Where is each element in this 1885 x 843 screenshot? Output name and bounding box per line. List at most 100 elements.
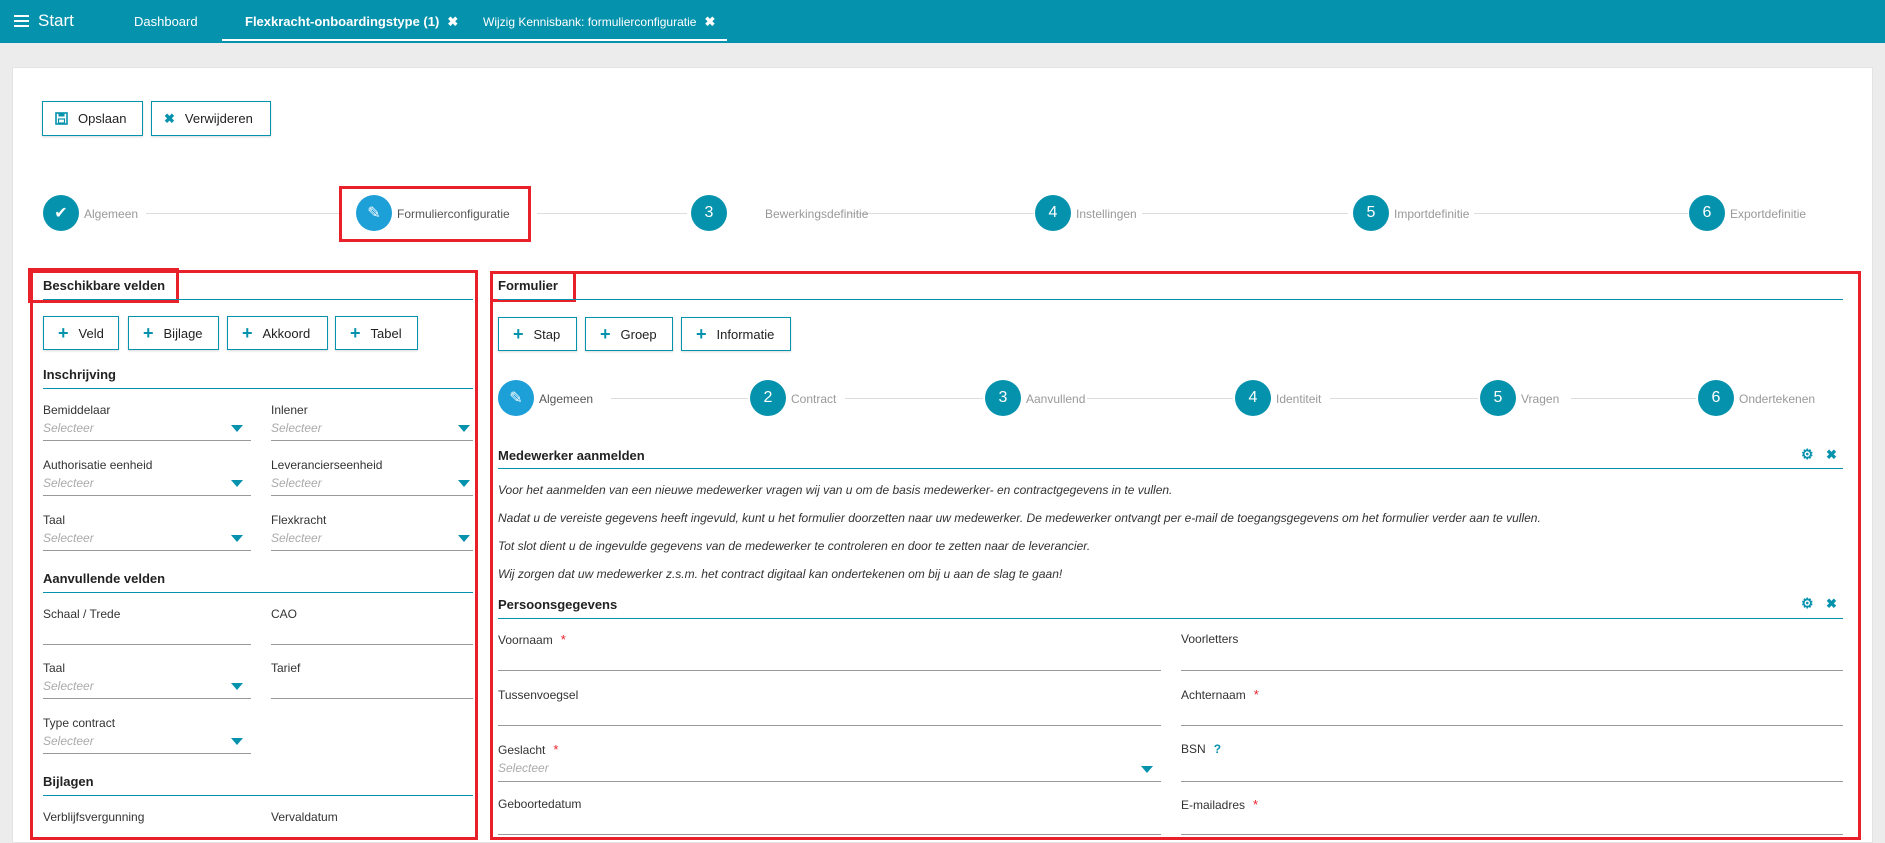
delete-label: Verwijderen [184,111,253,126]
step-3-number[interactable]: 3 [691,195,727,231]
inlener-select[interactable]: Selecteer [271,421,322,435]
voornaam-input[interactable] [498,670,1161,671]
gears-icon[interactable]: ⚙ [1801,595,1814,612]
tab-dashboard[interactable]: Dashboard [134,0,198,41]
close-icon[interactable]: ✖ [447,14,458,29]
chevron-down-icon[interactable] [231,480,243,487]
tab-flexkracht-onboardingstype[interactable]: Flexkracht-onboardingstype (1) ✖ [222,0,482,41]
add-stap-button[interactable]: + Stap [498,317,577,351]
bemiddelaar-select[interactable]: Selecteer [43,421,94,435]
delete-button[interactable]: ✖ Verwijderen [151,101,271,136]
add-bijlage-button[interactable]: + Bijlage [128,316,219,350]
form-step-label-aanvullend[interactable]: Aanvullend [1026,392,1085,406]
floppy-icon [55,112,68,125]
close-icon[interactable]: ✖ [1826,596,1837,612]
required-asterisk: * [560,632,566,647]
gears-icon[interactable]: ⚙ [1801,446,1814,463]
step-4-number[interactable]: 4 [1035,195,1071,231]
top-bar: Start Dashboard Flexkracht-onboardingsty… [0,0,1885,43]
add-groep-button[interactable]: + Groep [585,317,673,351]
field-label-vervaldatum: Vervaldatum [271,810,338,824]
button-label: Veld [78,325,104,341]
form-step-label-ondertekenen[interactable]: Ondertekenen [1739,392,1815,406]
leverancier-select[interactable]: Selecteer [271,476,322,490]
voorletters-input[interactable] [1181,670,1843,671]
add-veld-button[interactable]: + Veld [43,316,119,350]
button-label: Groep [620,326,657,342]
help-icon[interactable]: ? [1214,742,1221,756]
taal-select[interactable]: Selecteer [43,531,94,545]
form-step-3-number[interactable]: 3 [985,380,1021,416]
field-label-verblijfsvergunning: Verblijfsvergunning [43,810,145,824]
step-label-exportdefinitie[interactable]: Exportdefinitie [1730,207,1806,221]
form-step-algemeen-pencil-icon[interactable]: ✎ [498,380,534,416]
form-step-6-number[interactable]: 6 [1698,380,1734,416]
plus-icon: + [242,323,253,343]
start-menu-button[interactable]: Start [14,11,74,31]
step-algemeen-check-icon[interactable]: ✔ [43,195,79,231]
intro-text-2: Nadat u de vereiste gegevens heeft ingev… [498,511,1541,525]
chevron-down-icon[interactable] [458,480,470,487]
chevron-down-icon[interactable] [231,425,243,432]
form-step-label-vragen[interactable]: Vragen [1521,392,1559,406]
chevron-down-icon[interactable] [231,683,243,690]
email-input[interactable] [1181,834,1843,835]
cao-input[interactable] [271,644,473,645]
field-label-taal-2: Taal [43,661,66,675]
field-label-tussenvoegsel: Tussenvoegsel [498,688,579,702]
save-button[interactable]: Opslaan [42,101,143,136]
close-icon[interactable]: ✖ [1826,447,1837,463]
form-step-4-number[interactable]: 4 [1235,380,1271,416]
plus-icon: + [513,324,524,344]
chevron-down-icon[interactable] [1141,766,1153,773]
add-tabel-button[interactable]: + Tabel [335,316,418,350]
step-5-number[interactable]: 5 [1353,195,1389,231]
form-step-5-number[interactable]: 5 [1480,380,1516,416]
step-label-importdefinitie[interactable]: Importdefinitie [1394,207,1469,221]
field-label-schaal-trede: Schaal / Trede [43,607,121,621]
schaal-input[interactable] [43,644,251,645]
add-akkoord-button[interactable]: + Akkoord [227,316,328,350]
authorisatie-select[interactable]: Selecteer [43,476,94,490]
plus-icon: + [600,324,611,344]
field-label-inlener: Inlener [271,403,308,417]
step-label-bewerkingsdefinitie[interactable]: Bewerkingsdefinitie [765,207,868,221]
chevron-down-icon[interactable] [231,535,243,542]
save-label: Opslaan [78,111,127,126]
highlight-box-left-panel [30,270,478,840]
step-6-number[interactable]: 6 [1689,195,1725,231]
form-step-2-number[interactable]: 2 [750,380,786,416]
flexkracht-select[interactable]: Selecteer [271,531,322,545]
chevron-down-icon[interactable] [458,535,470,542]
tarief-input[interactable] [271,698,473,699]
tab-label: Dashboard [134,14,198,29]
form-step-label-contract[interactable]: Contract [791,392,836,406]
achternaam-input[interactable] [1181,725,1843,726]
geslacht-select[interactable]: Selecteer [498,761,549,775]
form-step-label-identiteit[interactable]: Identiteit [1276,392,1321,406]
button-label: Informatie [716,326,775,342]
taal2-select[interactable]: Selecteer [43,679,94,693]
start-label: Start [38,11,74,30]
type-contract-select[interactable]: Selecteer [43,734,94,748]
field-label-email: E-mailadres * [1181,797,1259,812]
field-label-voorletters: Voorletters [1181,632,1239,646]
field-label-geboortedatum: Geboortedatum [498,797,582,811]
geboortedatum-input[interactable] [498,834,1161,835]
chevron-down-icon[interactable] [458,425,470,432]
tab-wijzig-kennisbank[interactable]: Wijzig Kennisbank: formulierconfiguratie… [471,0,728,41]
field-label-type-contract: Type contract [43,716,116,730]
hamburger-icon [14,15,29,27]
intro-text-1: Voor het aanmelden van een nieuwe medewe… [498,483,1173,497]
section-aanvullende-velden: Aanvullende velden [43,571,166,586]
add-informatie-button[interactable]: + Informatie [681,317,791,351]
bsn-input[interactable] [1181,781,1843,782]
step-label-algemeen[interactable]: Algemeen [84,207,138,221]
field-label-authorisatie-eenheid: Authorisatie eenheid [43,458,153,472]
field-label-bemiddelaar: Bemiddelaar [43,403,111,417]
tussenvoegsel-input[interactable] [498,725,1161,726]
close-icon[interactable]: ✖ [704,14,715,29]
step-label-instellingen[interactable]: Instellingen [1076,207,1137,221]
form-step-label-algemeen[interactable]: Algemeen [539,392,593,406]
chevron-down-icon[interactable] [231,738,243,745]
